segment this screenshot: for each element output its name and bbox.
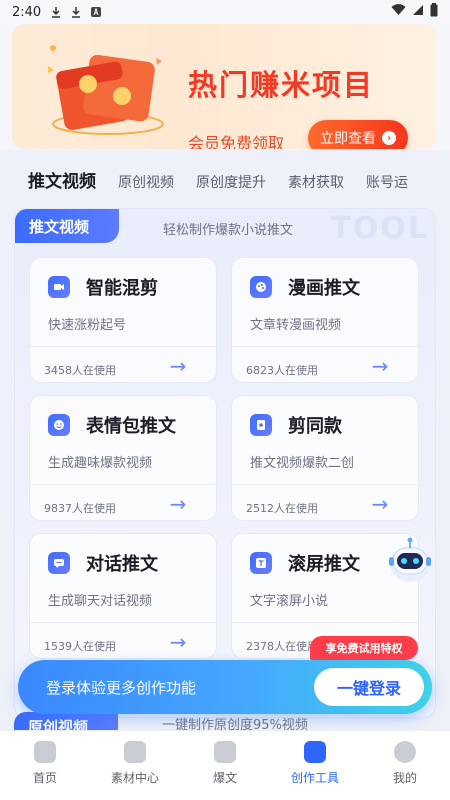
login-promo-text: 登录体验更多创作功能 [46, 679, 197, 697]
card-title: 漫画推文 [288, 278, 360, 299]
arrow-right-icon[interactable]: → [152, 628, 204, 656]
nav-material-center[interactable]: 素材中心 [90, 731, 180, 800]
banner-title: 热门赚米项目 [188, 68, 375, 102]
card-desc: 推文视频爆款二创 [250, 456, 355, 471]
nav-label: 首页 [32, 771, 57, 785]
tools-icon [304, 741, 326, 763]
nav-label: 素材中心 [110, 771, 159, 785]
battery-icon [430, 3, 438, 21]
arrow-right-icon[interactable]: → [152, 352, 204, 380]
tab-material-fetch[interactable]: 素材获取 [288, 172, 344, 200]
film-icon [250, 414, 272, 436]
card-desc: 生成趣味爆款视频 [48, 456, 153, 471]
home-icon [34, 741, 56, 763]
red-envelope-gift-icon [48, 45, 164, 135]
wifi-icon [391, 4, 406, 20]
arrow-right-icon[interactable]: → [354, 352, 406, 380]
card-title: 表情包推文 [86, 416, 176, 437]
download-icon [69, 5, 83, 19]
tool-card-smart-mix[interactable]: 智能混剪 快速涨粉起号 3458人在使用 → [29, 257, 217, 383]
tool-card-meme[interactable]: 表情包推文 生成趣味爆款视频 9837人在使用 → [29, 395, 217, 521]
chevron-right-icon: › [382, 131, 396, 145]
nav-home[interactable]: 首页 [0, 731, 90, 800]
arrow-right-icon[interactable]: → [152, 490, 204, 518]
login-promo-bar[interactable]: 登录体验更多创作功能 一键登录 [18, 660, 432, 714]
smile-icon [48, 414, 70, 436]
app-notification-icon [89, 5, 103, 19]
view-now-label: 立即查看 [320, 131, 376, 147]
category-tabs: 推文视频 原创视频 原创度提升 素材获取 账号运 [0, 160, 450, 200]
section-subtitle: 轻松制作爆款小说推文 [163, 223, 294, 238]
chat-icon [48, 552, 70, 574]
free-trial-badge: 享免费试用特权 [310, 636, 418, 660]
card-desc: 文章转漫画视频 [250, 318, 342, 333]
card-title: 智能混剪 [86, 278, 158, 299]
tab-account-ops[interactable]: 账号运 [366, 172, 408, 200]
card-title: 滚屏推文 [288, 554, 360, 575]
profile-icon [394, 741, 416, 763]
card-title: 剪同款 [288, 416, 342, 437]
card-user-count: 2378人在使用 [246, 640, 318, 653]
status-time: 2:40 [12, 4, 42, 20]
tool-card-dialogue[interactable]: 对话推文 生成聊天对话视频 1539人在使用 → [29, 533, 217, 659]
nav-label: 我的 [392, 771, 417, 785]
signal-icon [412, 4, 424, 20]
arrow-right-icon[interactable]: → [354, 490, 406, 518]
palette-icon [250, 276, 272, 298]
card-desc: 生成聊天对话视频 [48, 594, 153, 609]
tab-originality-boost[interactable]: 原创度提升 [196, 172, 266, 200]
status-bar: 2:40 [0, 0, 450, 24]
banner-subtitle: 会员免费领取 [188, 134, 285, 149]
nav-label: 创作工具 [290, 771, 339, 785]
nav-hot-articles[interactable]: 爆文 [180, 731, 270, 800]
card-user-count: 1539人在使用 [44, 640, 116, 653]
text-icon [250, 552, 272, 574]
one-click-login-button[interactable]: 一键登录 [314, 668, 424, 706]
tab-original-video[interactable]: 原创视频 [118, 172, 174, 200]
download-icon [49, 5, 63, 19]
card-desc: 快速涨粉起号 [48, 318, 127, 333]
nav-creation-tools[interactable]: 创作工具 [270, 731, 360, 800]
video-icon [48, 276, 70, 298]
card-user-count: 9837人在使用 [44, 502, 116, 515]
card-user-count: 6823人在使用 [246, 364, 318, 377]
section-watermark: TOOL [330, 211, 429, 246]
promo-banner[interactable]: 热门赚米项目 会员免费领取 立即查看 › [12, 24, 436, 149]
card-user-count: 2512人在使用 [246, 502, 318, 515]
view-now-button[interactable]: 立即查看 › [308, 120, 408, 149]
card-title: 对话推文 [86, 554, 158, 575]
tool-card-comic[interactable]: 漫画推文 文章转漫画视频 6823人在使用 → [231, 257, 419, 383]
nav-label: 爆文 [212, 771, 237, 785]
tab-tuiwen-video[interactable]: 推文视频 [28, 167, 96, 200]
original-video-section-peek: 原创视频 一键制作原创度95%视频 [14, 712, 436, 732]
card-user-count: 3458人在使用 [44, 364, 116, 377]
tool-card-same-cut[interactable]: 剪同款 推文视频爆款二创 2512人在使用 → [231, 395, 419, 521]
tv-icon [214, 741, 236, 763]
folder-icon [124, 741, 146, 763]
nav-mine[interactable]: 我的 [360, 731, 450, 800]
section-tag: 原创视频 [14, 712, 118, 732]
bottom-nav: 首页 素材中心 爆文 创作工具 我的 [0, 730, 450, 800]
section-tag: 推文视频 [15, 209, 119, 243]
robot-assistant-icon[interactable] [384, 534, 436, 586]
card-desc: 文字滚屏小说 [250, 594, 329, 609]
